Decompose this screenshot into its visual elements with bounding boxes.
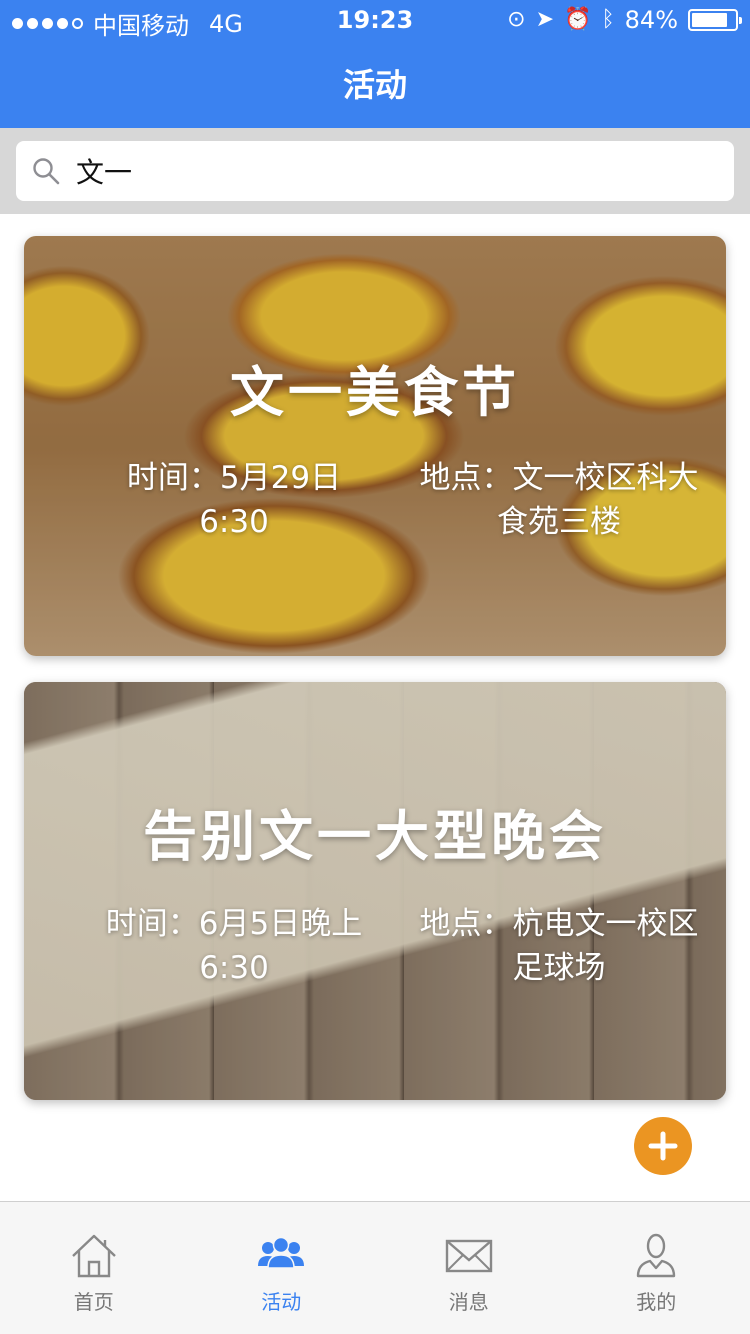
event-place: 地点：杭电文一校区足球场 xyxy=(419,906,699,986)
tab-profile[interactable]: 我的 xyxy=(563,1202,750,1334)
add-event-button[interactable] xyxy=(634,1117,692,1175)
event-place: 地点：文一校区科大食苑三楼 xyxy=(419,460,699,540)
event-time: 时间：5月29日6:30 xyxy=(126,460,342,540)
home-icon xyxy=(71,1234,116,1278)
plus-icon xyxy=(648,1131,678,1161)
mail-icon xyxy=(445,1239,492,1273)
event-title: 告别文一大型晚会 xyxy=(143,805,607,868)
battery-icon xyxy=(688,9,742,31)
event-card[interactable]: 文一美食节 时间：5月29日6:30 地点：文一校区科大食苑三楼 xyxy=(24,236,726,656)
search-icon xyxy=(33,158,60,185)
top-bar: 中国移动 4G 19:23 ⊙ ➤ ⏰ ᛒ 84% 活动 xyxy=(0,0,750,128)
page-title: 活动 xyxy=(342,66,407,104)
search-bar xyxy=(0,128,750,214)
search-box[interactable] xyxy=(16,141,734,201)
battery-percent: 84% xyxy=(624,6,678,34)
status-bar: 中国移动 4G 19:23 ⊙ ➤ ⏰ ᛒ 84% xyxy=(0,0,750,40)
user-icon xyxy=(637,1233,676,1278)
bluetooth-icon: ᛒ xyxy=(601,7,615,32)
orientation-lock-icon: ⊙ xyxy=(507,7,526,32)
event-title: 文一美食节 xyxy=(230,361,520,424)
tab-messages[interactable]: 消息 xyxy=(375,1202,563,1334)
tab-bar: 首页 活动 消息 我的 xyxy=(0,1201,750,1334)
alarm-icon: ⏰ xyxy=(564,7,592,32)
event-card[interactable]: 告别文一大型晚会 时间：6月5日晚上6:30 地点：杭电文一校区足球场 xyxy=(24,682,726,1100)
tab-label: 我的 xyxy=(636,1290,677,1314)
tab-label: 首页 xyxy=(73,1290,114,1314)
search-input[interactable] xyxy=(76,149,716,193)
tab-activity[interactable]: 活动 xyxy=(188,1202,376,1334)
tab-label: 活动 xyxy=(261,1290,302,1314)
event-time: 时间：6月5日晚上6:30 xyxy=(105,906,363,986)
tab-home[interactable]: 首页 xyxy=(0,1202,188,1334)
location-icon: ➤ xyxy=(535,7,555,32)
tab-label: 消息 xyxy=(448,1290,489,1314)
people-icon xyxy=(258,1236,305,1269)
